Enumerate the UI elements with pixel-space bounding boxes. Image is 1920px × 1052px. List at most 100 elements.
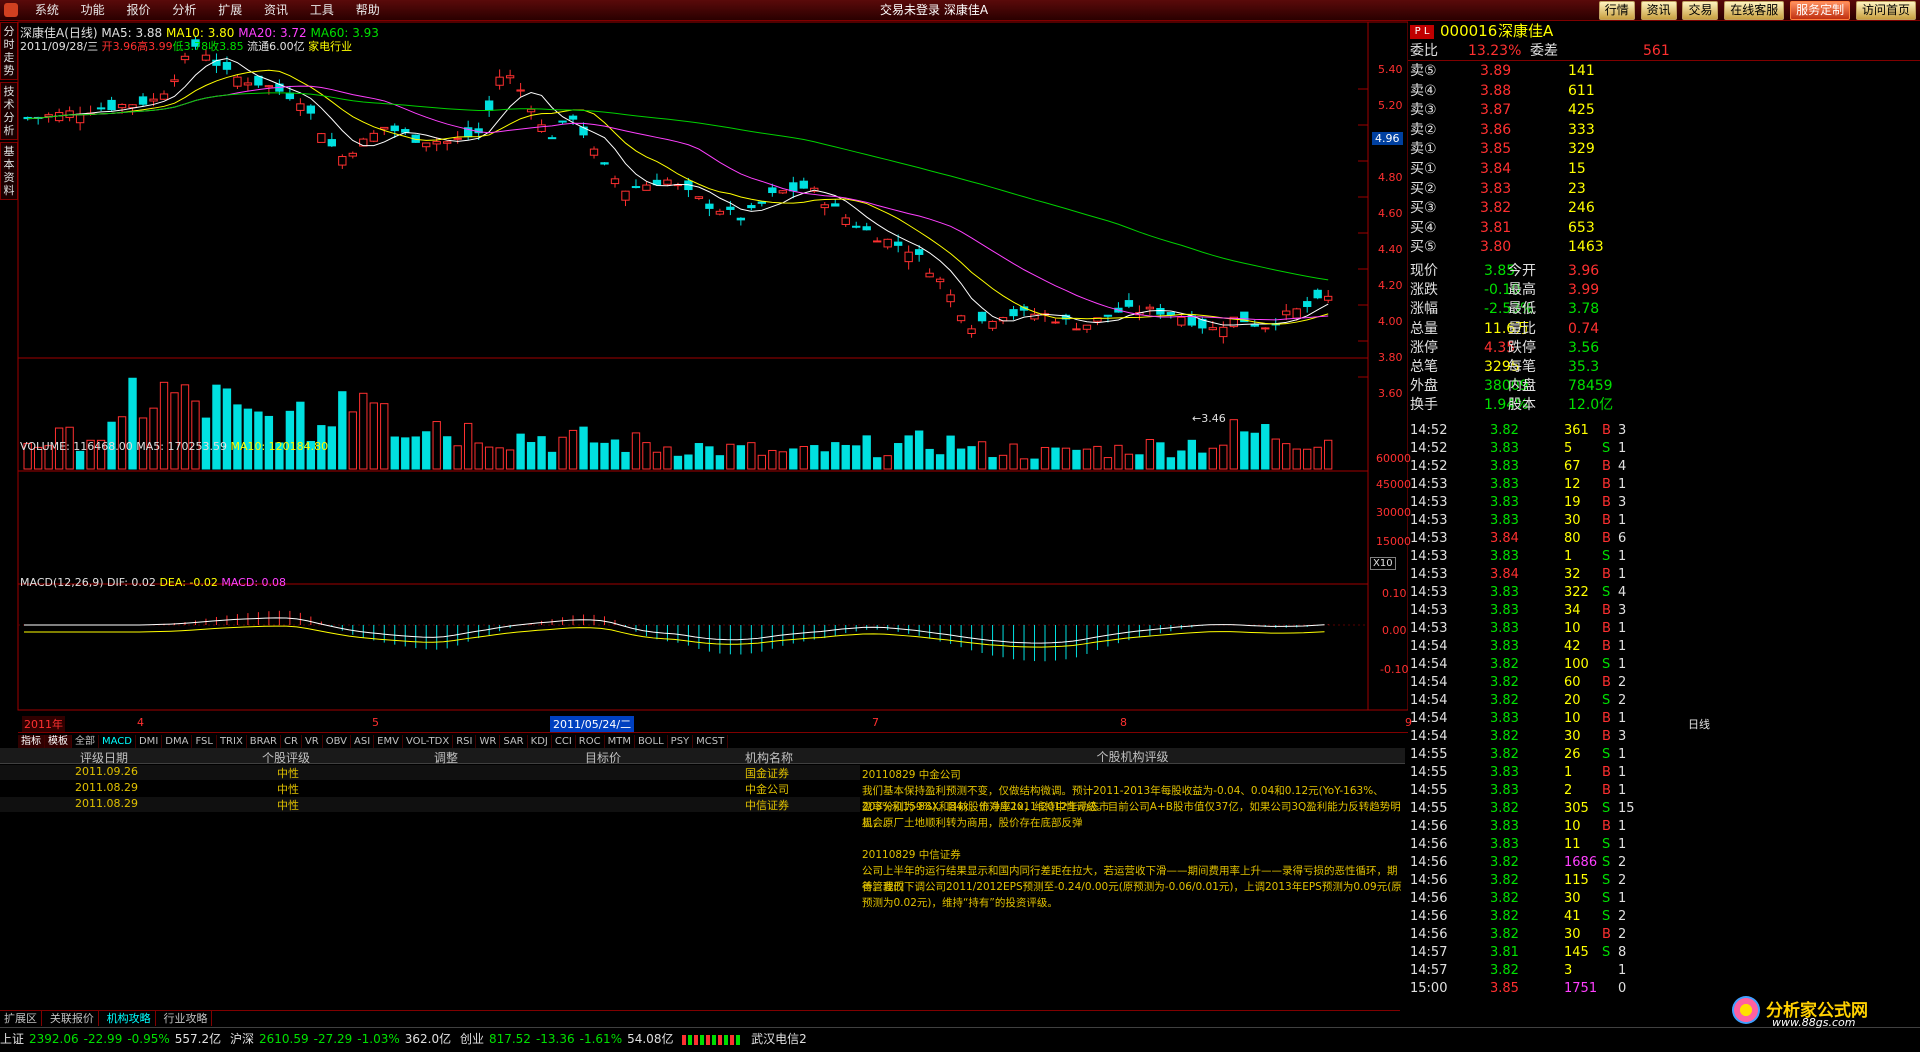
col-adjust[interactable]: 调整 (434, 749, 458, 766)
tab-related-quote[interactable]: 关联报价 (46, 1011, 99, 1026)
indicator-tab[interactable]: PSY (668, 735, 694, 749)
col-rating[interactable]: 个股评级 (262, 749, 310, 766)
list-item[interactable]: 现价 3.85 今开 3.96 (1408, 262, 1920, 280)
list-item[interactable]: 14:53 3.84 80 B 6 (1408, 530, 1920, 548)
menu-item-system[interactable]: 系统 (26, 0, 68, 20)
online-service-button[interactable]: 在线客服 (1724, 1, 1785, 20)
list-item[interactable]: 14:54 3.83 42 B 1 (1408, 638, 1920, 656)
list-item[interactable]: 14:54 3.82 60 B 2 (1408, 674, 1920, 692)
list-item[interactable]: 14:55 3.83 2 B 1 (1408, 782, 1920, 800)
list-item[interactable]: 买③ 3.82 246 (1408, 199, 1920, 217)
list-item[interactable]: 买⑤ 3.80 1463 (1408, 238, 1920, 256)
list-item[interactable]: 14:54 3.82 100 S 1 (1408, 656, 1920, 674)
menu-item-function[interactable]: 功能 (72, 0, 114, 20)
list-item[interactable]: 14:56 3.83 10 B 1 (1408, 818, 1920, 836)
indicator-tab[interactable]: ROC (576, 735, 605, 749)
menu-item-tools[interactable]: 工具 (301, 0, 343, 20)
list-item[interactable]: 14:56 3.83 11 S 1 (1408, 836, 1920, 854)
indicator-tab[interactable]: ASI (351, 735, 375, 749)
list-item[interactable]: 14:52 3.83 5 S 1 (1408, 440, 1920, 458)
list-item[interactable]: 涨幅 -2.53% 最低 3.78 (1408, 300, 1920, 318)
list-item[interactable]: 涨跌 -0.10 最高 3.99 (1408, 281, 1920, 299)
list-item[interactable]: 买② 3.83 23 (1408, 180, 1920, 198)
list-item[interactable]: 14:54 3.82 30 B 3 (1408, 728, 1920, 746)
list-item[interactable]: 14:52 3.82 361 B 3 (1408, 422, 1920, 440)
list-item[interactable]: 14:53 3.83 19 B 3 (1408, 494, 1920, 512)
indicator-tab[interactable]: MACD (99, 735, 136, 749)
indicator-tab[interactable]: DMI (136, 735, 163, 749)
indicator-tab[interactable]: OBV (323, 735, 351, 749)
indicator-tab[interactable]: DMA (162, 735, 193, 749)
list-item[interactable]: 14:53 3.83 34 B 3 (1408, 602, 1920, 620)
list-item[interactable]: 涨停 4.35 跌停 3.56 (1408, 339, 1920, 357)
list-item[interactable]: 14:52 3.83 67 B 4 (1408, 458, 1920, 476)
list-item[interactable]: 总笔 3295 每笔 35.3 (1408, 358, 1920, 376)
list-item[interactable]: 14:56 3.82 41 S 2 (1408, 908, 1920, 926)
list-item[interactable]: 14:54 3.82 20 S 2 (1408, 692, 1920, 710)
indicator-tab[interactable]: SAR (500, 735, 528, 749)
indicator-tab[interactable]: CR (281, 735, 302, 749)
indicator-tab[interactable]: VR (302, 735, 323, 749)
quote-button[interactable]: 行情 (1598, 1, 1635, 20)
list-item[interactable]: 14:56 3.82 30 B 2 (1408, 926, 1920, 944)
tab-institution[interactable]: 机构攻略 (103, 1011, 156, 1026)
list-item[interactable]: 14:53 3.83 322 S 4 (1408, 584, 1920, 602)
list-item[interactable]: 14:54 3.83 10 B 1 (1408, 710, 1920, 728)
menu-item-info[interactable]: 资讯 (255, 0, 297, 20)
list-item[interactable]: 卖③ 3.87 425 (1408, 101, 1920, 119)
list-item[interactable]: 卖① 3.85 329 (1408, 140, 1920, 158)
list-item[interactable]: 14:57 3.81 145 S 8 (1408, 944, 1920, 962)
list-item[interactable]: 外盘 38009 内盘 78459 (1408, 377, 1920, 395)
trade-button[interactable]: 交易 (1682, 1, 1719, 20)
col-target[interactable]: 目标价 (585, 749, 621, 766)
table-row[interactable]: 2011.08.29 中性 中金公司 (0, 781, 860, 796)
tab-extend-area[interactable]: 扩展区 (0, 1011, 42, 1026)
list-item[interactable]: 14:55 3.82 26 S 1 (1408, 746, 1920, 764)
indicator-tab[interactable]: MTM (605, 735, 635, 749)
col-org[interactable]: 机构名称 (745, 749, 793, 766)
server-name[interactable]: 武汉电信2 (751, 1028, 807, 1050)
menu-item-extend[interactable]: 扩展 (209, 0, 251, 20)
menu-item-analysis[interactable]: 分析 (163, 0, 205, 20)
kline-chart[interactable] (0, 20, 1408, 732)
indicator-tab[interactable]: BOLL (635, 735, 668, 749)
list-item[interactable]: 14:53 3.83 30 B 1 (1408, 512, 1920, 530)
menu-item-quote[interactable]: 报价 (118, 0, 160, 20)
col-date[interactable]: 评级日期 (80, 749, 128, 766)
indicator-tab[interactable]: EMV (374, 735, 403, 749)
homepage-button[interactable]: 访问首页 (1855, 1, 1916, 20)
table-row[interactable]: 2011.08.29 中性 中信证券 (0, 797, 860, 812)
list-item[interactable]: 14:57 3.82 3 1 (1408, 962, 1920, 980)
indicator-tab[interactable]: VOL-TDX (403, 735, 454, 749)
table-row[interactable]: 2011.09.26 中性 国金证券 (0, 765, 860, 780)
list-item[interactable]: 14:55 3.82 305 S 15 (1408, 800, 1920, 818)
list-item[interactable]: 买④ 3.81 653 (1408, 219, 1920, 237)
indicator-tab[interactable]: MCST (693, 735, 729, 749)
indicator-tab[interactable]: RSI (453, 735, 477, 749)
indicator-tab[interactable]: FSL (192, 735, 217, 749)
list-item[interactable]: 买① 3.84 15 (1408, 160, 1920, 178)
indicator-tab[interactable]: KDJ (528, 735, 552, 749)
indicator-tab[interactable]: 指标 (18, 735, 45, 749)
indicator-tab[interactable]: 全部 (72, 735, 99, 749)
menu-item-help[interactable]: 帮助 (347, 0, 389, 20)
list-item[interactable]: 卖⑤ 3.89 141 (1408, 62, 1920, 80)
indicator-tab[interactable]: CCI (552, 735, 576, 749)
list-item[interactable]: 卖② 3.86 333 (1408, 121, 1920, 139)
list-item[interactable]: 14:53 3.84 32 B 1 (1408, 566, 1920, 584)
list-item[interactable]: 14:56 3.82 115 S 2 (1408, 872, 1920, 890)
list-item[interactable]: 14:53 3.83 1 S 1 (1408, 548, 1920, 566)
list-item[interactable]: 14:55 3.83 1 B 1 (1408, 764, 1920, 782)
list-item[interactable]: 14:53 3.83 12 B 1 (1408, 476, 1920, 494)
list-item[interactable]: 14:53 3.83 10 B 1 (1408, 620, 1920, 638)
indicator-tab[interactable]: TRIX (217, 735, 247, 749)
tab-industry[interactable]: 行业攻略 (159, 1011, 213, 1026)
list-item[interactable]: 总量 11.6万 量比 0.74 (1408, 320, 1920, 338)
indicator-tab[interactable]: WR (476, 735, 501, 749)
news-button[interactable]: 资讯 (1640, 1, 1677, 20)
list-item[interactable]: 换手 1.94% 股本 12.0亿 (1408, 396, 1920, 414)
indicator-tab[interactable]: 模板 (45, 735, 72, 749)
indicator-tab[interactable]: BRAR (247, 735, 281, 749)
service-custom-button[interactable]: 服务定制 (1790, 1, 1851, 20)
list-item[interactable]: 14:56 3.82 30 S 1 (1408, 890, 1920, 908)
